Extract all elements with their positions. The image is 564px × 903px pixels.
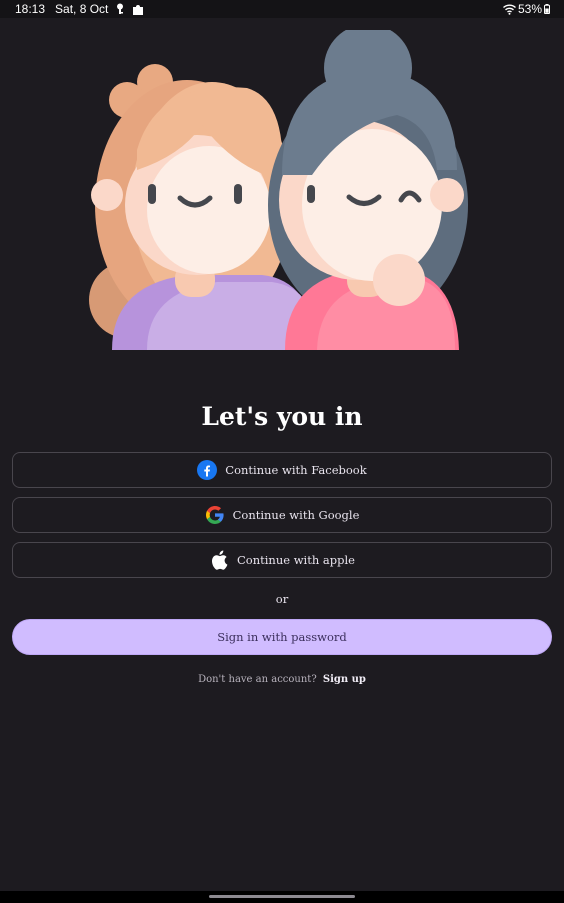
google-icon — [205, 505, 225, 525]
wifi-icon — [503, 4, 516, 15]
hero-illustration — [87, 24, 477, 355]
continue-with-google-button[interactable]: Continue with Google — [12, 497, 552, 533]
status-date: Sat, 8 Oct — [55, 2, 109, 16]
puzzle-icon — [132, 3, 145, 16]
signup-row: Don't have an account? Sign up — [0, 674, 564, 685]
battery-level: 53% — [517, 2, 542, 16]
continue-with-apple-button[interactable]: Continue with apple — [12, 542, 552, 578]
home-gesture-handle[interactable] — [209, 895, 355, 898]
signup-link[interactable]: Sign up — [323, 674, 366, 685]
facebook-icon — [197, 460, 218, 480]
or-divider: or — [275, 592, 289, 606]
sign-in-with-password-label: Sign in with password — [217, 630, 347, 644]
key-icon — [116, 3, 124, 15]
status-time: 18:13 — [15, 2, 46, 16]
right-friend-avatar — [268, 24, 468, 350]
apple-button-label: Continue with apple — [237, 553, 355, 567]
navigation-bar — [0, 891, 564, 903]
continue-with-facebook-button[interactable]: Continue with Facebook — [12, 452, 552, 488]
sign-in-with-password-button[interactable]: Sign in with password — [12, 619, 552, 655]
apple-icon — [209, 550, 229, 570]
facebook-button-label: Continue with Facebook — [225, 463, 367, 477]
page-title: Let's you in — [201, 402, 363, 431]
google-button-label: Continue with Google — [232, 508, 360, 522]
status-bar: 18:13 Sat, 8 Oct 53% — [0, 0, 564, 18]
signup-prompt: Don't have an account? — [198, 674, 317, 685]
battery-icon — [544, 4, 550, 14]
